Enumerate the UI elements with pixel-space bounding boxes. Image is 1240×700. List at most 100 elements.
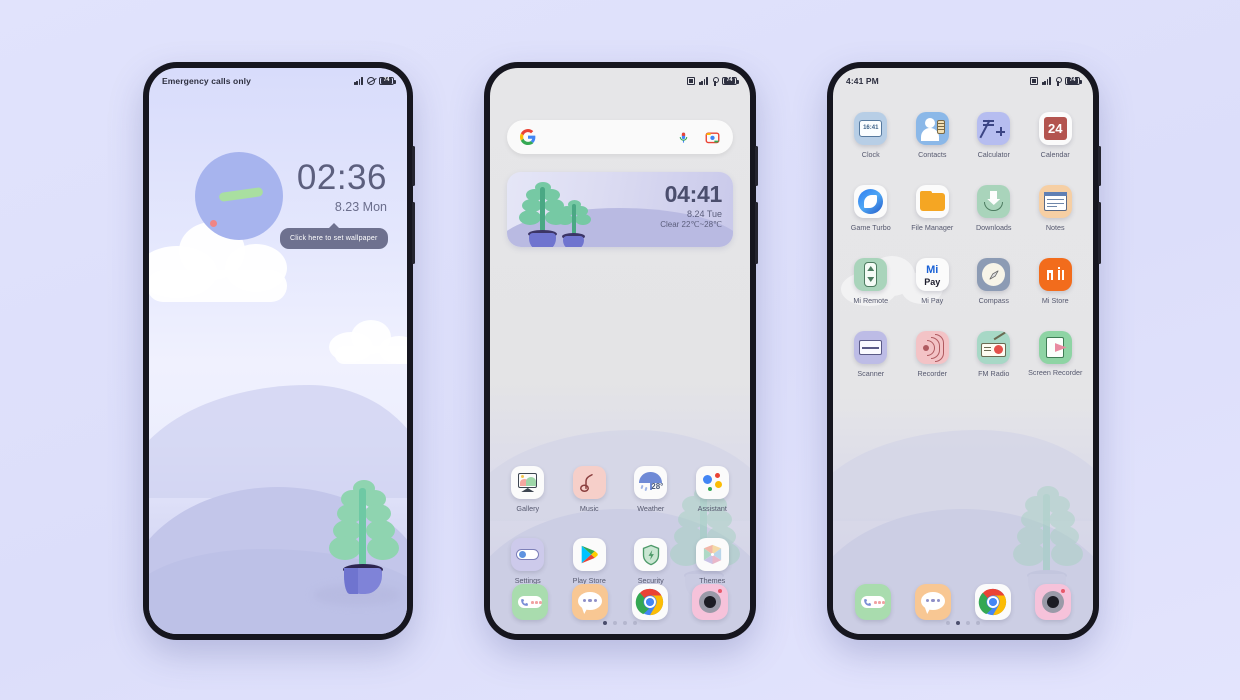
lockscreen-clock: 02:36 8.23 Mon [297,158,387,214]
page-dot[interactable] [633,621,637,625]
status-bar: Emergency calls only 74 [149,68,407,94]
battery-icon: 74 [1065,76,1082,86]
app-mi-remote[interactable]: Mi Remote [843,258,899,305]
widget-condition: Clear 22℃~28℃ [660,220,722,229]
chrome-glyph [635,588,664,616]
battery-icon: 74 [379,76,396,86]
page-dot[interactable] [976,621,980,625]
app-mi-store[interactable]: Mi Store [1028,258,1084,305]
settings-toggle-icon [511,538,545,571]
app-calculator[interactable]: Calculator [966,112,1022,159]
app-drawer-phone: 4:41 PM 74 16:41 Clock Contacts Calculat… [827,62,1101,640]
app-label: Calendar [1040,150,1070,159]
dock-app-camera[interactable] [1023,584,1083,620]
game-turbo-icon [854,185,888,218]
app-clock[interactable]: 16:41 Clock [843,112,899,159]
app-assistant[interactable]: Assistant [685,466,741,513]
drawer-row-1: 16:41 Clock Contacts Calculator 24 Calen… [843,112,1083,159]
app-themes[interactable]: Themes [685,538,741,585]
scanner-icon [854,331,888,364]
pinwheel-glyph [703,544,721,565]
drawer-row-3: Mi Remote Mi Pay Mi Pay Compass Mi Store [843,258,1083,305]
clock-label: 4:41 PM [846,76,879,86]
dock-app-chrome[interactable] [620,584,680,620]
themes-pinwheel-icon [695,538,729,571]
battery-level: 74 [723,78,736,84]
shield-glyph [642,544,659,565]
screen-recorder-icon [1038,331,1072,364]
camera-icon [692,584,728,620]
clock-weather-widget[interactable]: 04:41 8.24 Tue Clear 22℃~28℃ [507,172,733,247]
app-settings[interactable]: Settings [500,538,556,585]
handset-glyph [864,598,871,606]
dock-app-phone[interactable] [500,584,560,620]
page-dot[interactable] [613,621,617,625]
page-indicator[interactable] [833,621,1093,625]
sim-card-icon [1030,77,1038,85]
app-file-manager[interactable]: File Manager [905,185,961,232]
app-label: Scanner [857,369,885,378]
dock-app-messages[interactable] [560,584,620,620]
widget-date: 8.24 Tue [686,209,722,219]
app-notes[interactable]: Notes [1028,185,1084,232]
app-label: File Manager [911,223,954,232]
home-screen-phone: 74 04:41 8.24 Tue Clear 22℃~28℃ Gallery … [484,62,758,640]
page-dot[interactable] [603,621,607,625]
lockscreen-date: 8.23 Mon [334,200,387,214]
clock-face-time: 16:41 [863,125,879,131]
dock-app-phone[interactable] [843,584,903,620]
app-fm-radio[interactable]: FM Radio [966,331,1022,378]
status-bar: 74 [490,68,750,94]
battery-level: 74 [380,78,393,84]
widget-plant-small [555,200,593,247]
app-calendar[interactable]: 24 Calendar [1028,112,1084,159]
dock-app-camera[interactable] [680,584,740,620]
calculator-icon [977,112,1011,145]
app-compass[interactable]: Compass [966,258,1022,305]
app-play-store[interactable]: Play Store [562,538,618,585]
google-search-bar[interactable] [507,120,733,154]
drawer-row-2: Game Turbo File Manager Downloads Notes [843,185,1083,232]
google-assistant-icon [695,466,729,499]
app-contacts[interactable]: Contacts [905,112,961,159]
lock-screen[interactable]: Emergency calls only 74 02:36 8.23 Mon C… [149,68,407,634]
app-security[interactable]: Security [623,538,679,585]
page-dot[interactable] [946,621,950,625]
file-manager-icon [915,185,949,218]
app-game-turbo[interactable]: Game Turbo [843,185,899,232]
dock-app-chrome[interactable] [963,584,1023,620]
calendar-day: 24 [1048,121,1063,136]
page-indicator[interactable] [490,621,750,625]
chrome-icon [975,584,1011,620]
app-gallery[interactable]: Gallery [500,466,556,513]
app-weather[interactable]: 28° Weather [623,466,679,513]
page-dot[interactable] [956,621,960,625]
mi-pay-icon: Mi Pay [915,258,949,291]
app-mi-pay[interactable]: Mi Pay Mi Pay [905,258,961,305]
app-drawer-screen[interactable]: 4:41 PM 74 16:41 Clock Contacts Calculat… [833,68,1093,634]
camera-icon [1035,584,1071,620]
app-label: Compass [978,296,1009,305]
app-downloads[interactable]: Downloads [966,185,1022,232]
page-dot[interactable] [966,621,970,625]
plant-decoration [313,480,401,612]
carrier-label: Emergency calls only [162,76,251,86]
dock-app-messages[interactable] [903,584,963,620]
chrome-icon [632,584,668,620]
app-scanner[interactable]: Scanner [843,331,899,378]
app-label: Screen Recorder [1028,368,1083,377]
google-lens-icon[interactable] [705,130,720,145]
app-label: Gallery [516,504,540,513]
set-wallpaper-tooltip[interactable]: Click here to set wallpaper [280,223,388,249]
messages-bubble-icon [915,584,951,620]
page-dot[interactable] [623,621,627,625]
home-screen[interactable]: 74 04:41 8.24 Tue Clear 22℃~28℃ Gallery … [490,68,750,634]
mi-store-icon [1038,258,1072,291]
phone-dialer-icon [512,584,548,620]
app-screen-recorder[interactable]: Screen Recorder [1028,331,1084,378]
app-label: Contacts [918,150,947,159]
app-recorder[interactable]: Recorder [905,331,961,378]
app-label: Weather [637,504,665,513]
microphone-icon[interactable] [677,130,690,145]
app-music[interactable]: Music [562,466,618,513]
